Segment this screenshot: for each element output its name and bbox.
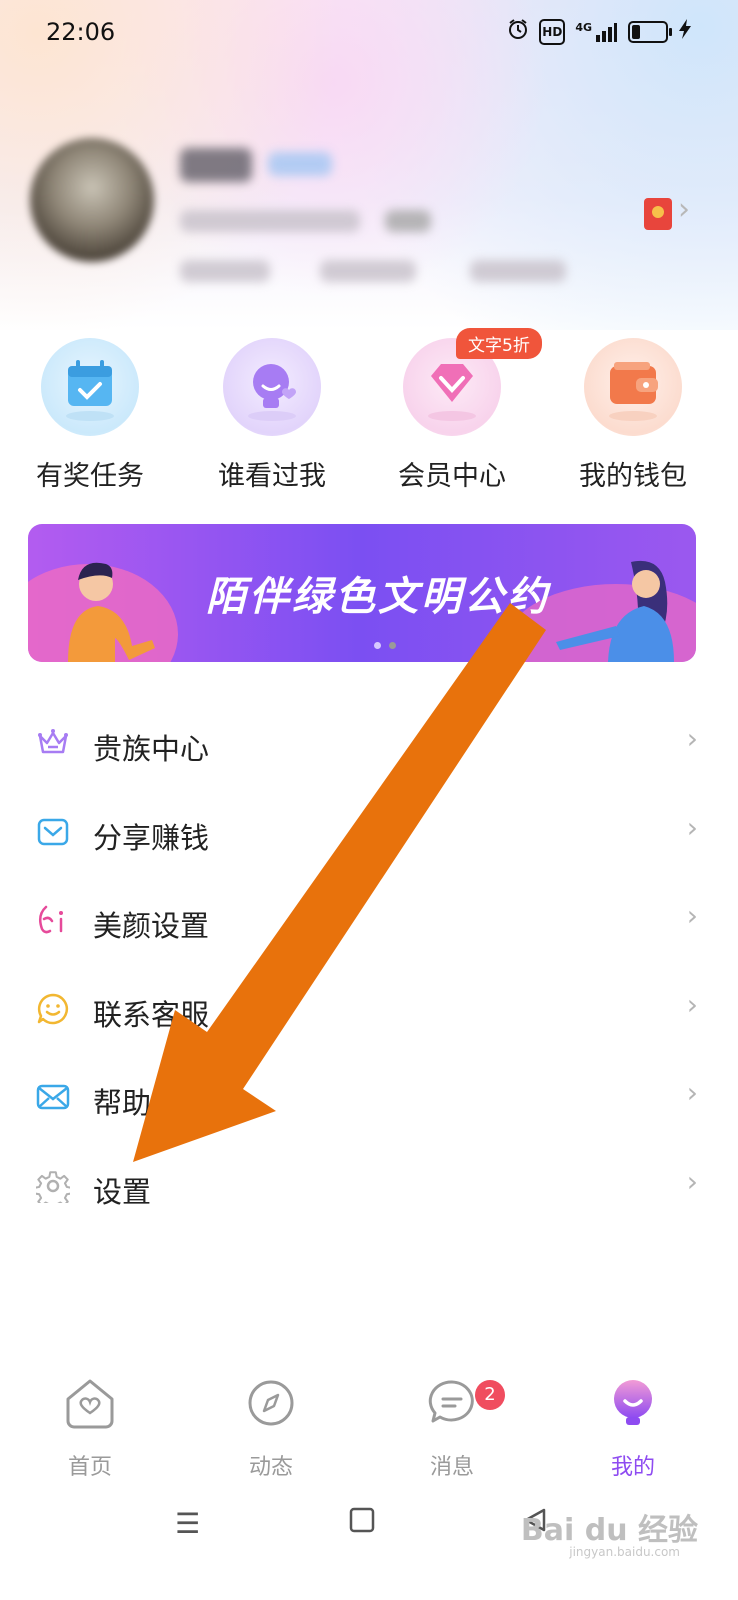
bottom-tab-bar: 首页 动态 消息 2 我的 [0,1375,738,1485]
quick-action-label: 有奖任务 [36,461,144,492]
smile-chat-icon [37,993,69,1024]
quick-action-label: 我的钱包 [579,461,687,492]
quick-action-vip[interactable]: 会员中心 [362,338,542,493]
tab-home[interactable]: 首页 [30,1375,150,1481]
beauty-icon [38,905,63,934]
mail-icon [36,1084,70,1110]
profile-chevron-icon[interactable]: › [678,192,690,227]
tab-moments[interactable]: 动态 [211,1375,331,1481]
envelope-icon [37,818,69,845]
blurred-username [180,148,252,182]
calendar-check-icon [41,338,139,436]
quick-action-wallet[interactable]: 我的钱包 [543,338,723,493]
status-bar: 22:06 HD 4G [0,0,738,64]
tab-label: 动态 [248,1455,293,1480]
quick-action-visitors[interactable]: 谁看过我 [182,338,362,493]
watermark-subtext: jingyan.baidu.com [569,1545,680,1559]
wallet-icon [584,338,682,436]
menu-item-help-feedback[interactable]: 帮助与反馈 › [0,1054,738,1143]
home-heart-icon [66,1379,114,1429]
gear-icon [36,1170,70,1203]
menu-item-label: 帮助与反馈 [93,1086,239,1120]
blurred-level-badge [268,152,332,176]
chevron-right-icon: › [686,810,698,844]
menu-item-label: 分享赚钱 [93,820,210,855]
blurred-stat-1 [180,260,270,282]
compass-icon [248,1380,294,1426]
menu-item-customer-service[interactable]: 联系客服 › [0,966,738,1055]
crown-icon [38,729,68,754]
banner-boy-illustration [68,562,155,662]
banner-pagination [374,642,396,649]
avatar[interactable] [30,138,154,262]
message-count-badge: 2 [475,1380,505,1410]
tab-label: 消息 [429,1455,474,1480]
blurred-stat-2 [320,260,416,282]
profile-face-icon [614,1380,652,1425]
tab-label: 首页 [67,1455,112,1480]
quick-action-label: 会员中心 [398,461,506,492]
menu-item-noble-center[interactable]: 贵族中心 › [0,700,738,789]
hd-icon: HD [539,18,566,45]
quick-action-label: 谁看过我 [218,461,326,492]
chevron-right-icon: › [686,1076,698,1109]
status-time: 22:06 [46,18,116,46]
chevron-right-icon: › [686,899,698,932]
home-nav-icon[interactable] [349,1507,375,1540]
status-icons: HD 4G [507,18,692,45]
tab-label: 我的 [610,1455,655,1480]
banner-dot-active[interactable] [389,642,396,649]
blurred-signature [180,210,360,232]
blurred-tag [385,210,431,232]
settings-menu: 贵族中心 › 分享赚钱 › 美颜设置 › 联系客服 › 帮助与反馈 › 设置 › [0,700,738,1231]
quick-action-tasks[interactable]: 有奖任务 [0,338,180,493]
chat-icon [428,1380,474,1423]
network-label: 4G [575,20,592,34]
red-packet-icon[interactable] [644,198,672,230]
promo-banner[interactable]: 陌伴绿色文明公约 [28,524,696,662]
chevron-right-icon: › [686,722,698,755]
quick-actions: 有奖任务 谁看过我 会员中心 文字5折 我的钱包 [0,328,738,498]
alarm-icon [507,18,529,45]
menu-item-label: 联系客服 [93,997,210,1032]
menu-item-beauty-settings[interactable]: 美颜设置 › [0,877,738,966]
visitor-icon [223,338,321,436]
signal-4g-icon: 4G [575,21,618,43]
battery-icon [628,20,672,43]
banner-title: 陌伴绿色文明公约 [206,574,550,620]
charging-icon [678,18,692,45]
chevron-right-icon: › [686,1164,698,1198]
vip-discount-badge: 文字5折 [456,328,542,359]
blurred-stat-3 [470,260,566,282]
menu-nav-icon[interactable]: ☰ [175,1507,200,1540]
chevron-right-icon: › [686,987,698,1021]
menu-item-label: 设置 [93,1174,152,1209]
watermark-text: Bai du 经验 [520,1513,698,1548]
banner-dot[interactable] [374,642,381,649]
menu-item-label: 贵族中心 [93,732,210,766]
profile-header[interactable]: › [0,130,738,300]
menu-item-label: 美颜设置 [93,909,210,943]
menu-item-settings[interactable]: 设置 › [0,1143,738,1232]
menu-item-share-earn[interactable]: 分享赚钱 › [0,789,738,878]
tab-profile[interactable]: 我的 [573,1375,693,1481]
